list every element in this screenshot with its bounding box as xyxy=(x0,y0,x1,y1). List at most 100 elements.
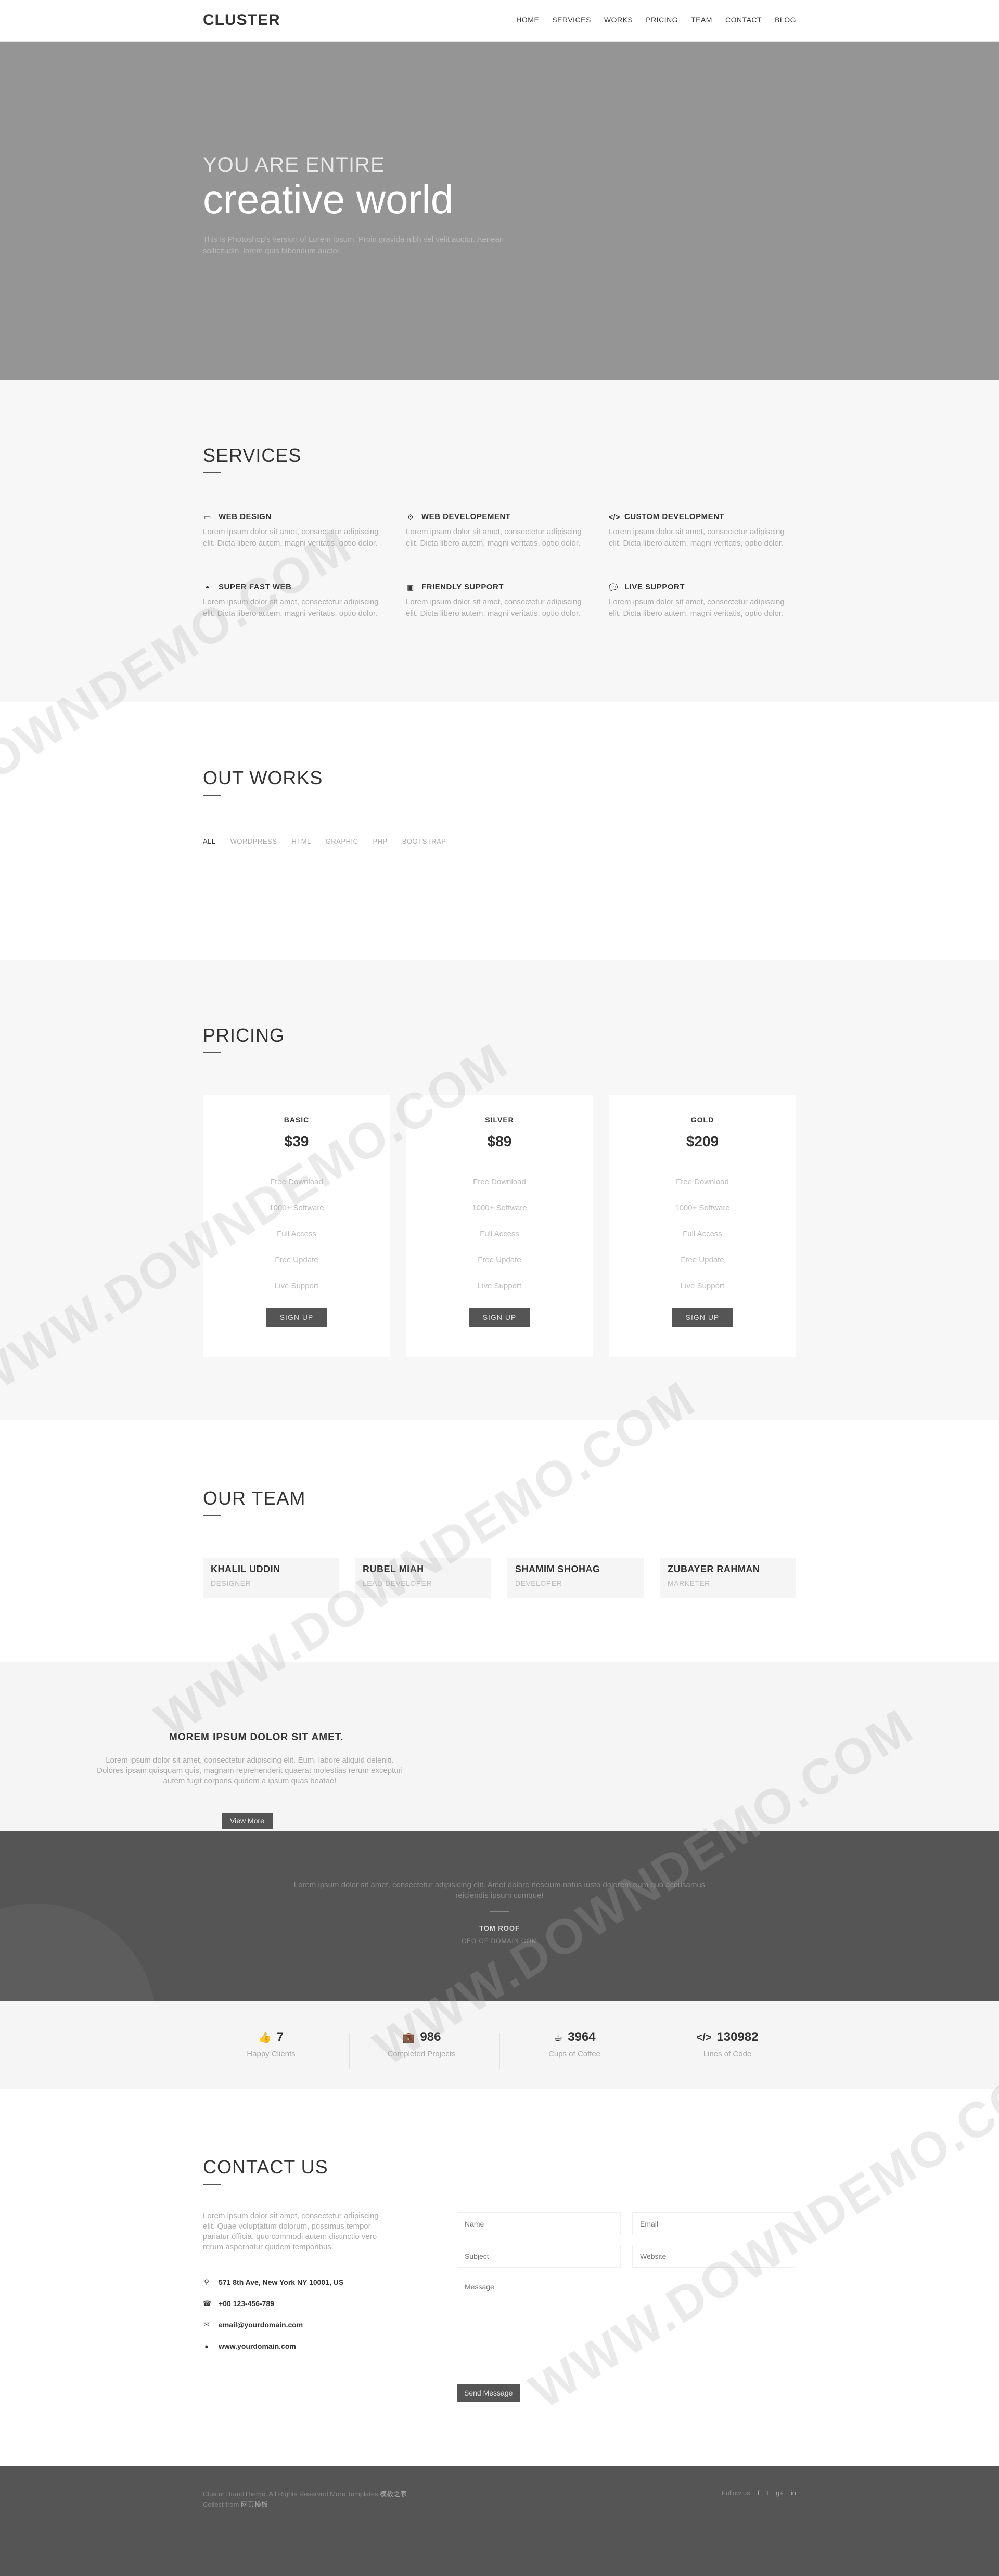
stat-label: Completed Projects xyxy=(387,2050,456,2059)
logo[interactable]: CLUSTER xyxy=(203,11,280,29)
plan-feature: Full Access xyxy=(480,1229,519,1238)
team-member[interactable]: RUBEL MIAH LEAD DEVELOPER xyxy=(355,1558,491,1598)
plan-price: $39 xyxy=(284,1133,309,1149)
filter-bootstrap[interactable]: BOOTSTRAP xyxy=(402,837,446,845)
hero-banner: YOU ARE ENTIRE creative world This is Ph… xyxy=(0,42,999,380)
works-title: OUT WORKS xyxy=(203,767,323,788)
plan-feature: Free Update xyxy=(275,1255,318,1264)
sign-up-button[interactable]: SIGN UP xyxy=(266,1308,327,1327)
contact-website[interactable]: ● www.yourdomain.com xyxy=(203,2342,296,2350)
works-section: OUT WORKS ALL WORDPRESS HTML GRAPHIC PHP… xyxy=(0,702,999,960)
plan-feature: Free Update xyxy=(478,1255,521,1264)
plan-price: $89 xyxy=(487,1133,512,1149)
divider xyxy=(499,2033,500,2069)
facebook-icon[interactable]: f xyxy=(758,2489,760,2497)
filter-wordpress[interactable]: WORDPRESS xyxy=(230,837,277,845)
sign-up-button[interactable]: SIGN UP xyxy=(672,1308,733,1327)
contact-section: CONTACT US Lorem ipsum dolor sit amet, c… xyxy=(0,2089,999,2466)
linkedin-icon[interactable]: in xyxy=(791,2489,796,2497)
plan-feature: Live Support xyxy=(274,1281,319,1290)
email-input[interactable] xyxy=(632,2212,796,2235)
plan-feature: Free Download xyxy=(473,1177,526,1186)
message-textarea[interactable] xyxy=(457,2276,796,2372)
service-title: LIVE SUPPORT xyxy=(624,582,685,591)
member-role: DEVELOPER xyxy=(515,1579,562,1587)
chat-icon: 💬 xyxy=(609,582,618,591)
decorative-circle xyxy=(0,1904,156,2001)
contact-phone: ☎ +00 123-456-789 xyxy=(203,2299,275,2308)
service-friendly-support: ▣ FRIENDLY SUPPORT Lorem ipsum dolor sit … xyxy=(406,582,583,619)
team-section: OUR TEAM KHALIL UDDIN DESIGNER RUBEL MIA… xyxy=(0,1420,999,1662)
code-icon: </> xyxy=(609,512,620,521)
nav-home[interactable]: HOME xyxy=(516,16,539,24)
social-links: Follow us f t g+ in xyxy=(722,2489,796,2497)
service-web-design: ▭ WEB DESIGN Lorem ipsum dolor sit amet, … xyxy=(203,512,380,549)
stat-value: 130982 xyxy=(716,2030,759,2044)
copyright-link[interactable]: 模板之家 xyxy=(380,2490,407,2498)
service-web-development: ⚙ WEB DEVELOPEMENT Lorem ipsum dolor sit … xyxy=(406,512,583,549)
site-header: CLUSTER HOME SERVICES WORKS PRICING TEAM… xyxy=(0,0,999,42)
contact-email[interactable]: ✉ email@yourdomain.com xyxy=(203,2321,303,2329)
member-name: KHALIL UDDIN xyxy=(211,1564,280,1574)
view-more-button[interactable]: View More xyxy=(222,1813,273,1829)
testimonial-role: CEO OF DOMAIN.COM xyxy=(462,1937,537,1945)
title-underline xyxy=(203,472,221,473)
stat-value: 7 xyxy=(276,2030,284,2044)
nav-team[interactable]: TEAM xyxy=(691,16,712,24)
nav-works[interactable]: WORKS xyxy=(604,16,633,24)
name-input[interactable] xyxy=(457,2212,621,2235)
plan-feature: Free Download xyxy=(270,1177,323,1186)
team-member[interactable]: KHALIL UDDIN DESIGNER xyxy=(203,1558,339,1598)
service-text: Lorem ipsum dolor sit amet, consectetur … xyxy=(609,527,785,548)
nav-pricing[interactable]: PRICING xyxy=(646,16,678,24)
dashboard-icon: ◓ xyxy=(205,582,210,591)
plan-feature: Free Update xyxy=(681,1255,724,1264)
stat-label: Lines of Code xyxy=(703,2050,752,2059)
title-underline xyxy=(203,1052,221,1053)
filter-php[interactable]: PHP xyxy=(373,837,388,845)
nav-blog[interactable]: BLOG xyxy=(775,16,796,24)
plan-feature: Live Support xyxy=(680,1281,725,1290)
thumbs-up-icon: 👍 xyxy=(258,2032,272,2043)
team-member[interactable]: ZUBAYER RAHMAN MARKETER xyxy=(660,1558,796,1598)
team-title: OUR TEAM xyxy=(203,1487,306,1509)
plan-feature: Live Support xyxy=(477,1281,522,1290)
follow-label: Follow us xyxy=(721,2489,750,2497)
pricing-plan-gold: GOLD $209 Free Download 1000+ Software F… xyxy=(609,1095,796,1357)
nav-contact[interactable]: CONTACT xyxy=(725,16,762,24)
stats-section: 👍 7 Happy Clients 💼 986 Completed Projects… xyxy=(0,2001,999,2089)
stat-label: Cups of Coffee xyxy=(548,2050,600,2059)
code-icon: </> xyxy=(696,2032,712,2043)
filter-all[interactable]: ALL xyxy=(203,837,216,845)
pricing-title: PRICING xyxy=(203,1025,285,1046)
subject-input[interactable] xyxy=(457,2245,621,2268)
pricing-section: PRICING BASIC $39 Free Download 1000+ So… xyxy=(0,960,999,1420)
send-message-button[interactable]: Send Message xyxy=(457,2384,520,2402)
title-underline xyxy=(203,795,221,796)
filter-html[interactable]: HTML xyxy=(291,837,311,845)
filter-graphic[interactable]: GRAPHIC xyxy=(326,837,358,845)
service-text: Lorem ipsum dolor sit amet, consectetur … xyxy=(406,527,582,548)
google-plus-icon[interactable]: g+ xyxy=(776,2489,784,2497)
map-marker-icon: ⚲ xyxy=(204,2278,209,2286)
twitter-icon[interactable]: t xyxy=(766,2489,769,2497)
plan-feature: 1000+ Software xyxy=(269,1203,324,1212)
services-section: SERVICES ▭ WEB DESIGN Lorem ipsum dolor s… xyxy=(0,380,999,702)
envelope-icon: ✉ xyxy=(203,2321,210,2328)
collect-link[interactable]: 网页模板 xyxy=(241,2501,268,2508)
website-input[interactable] xyxy=(632,2245,796,2268)
stat-happy-clients: 👍 7 Happy Clients xyxy=(214,2030,328,2059)
plan-feature: Full Access xyxy=(683,1229,722,1238)
nav-services[interactable]: SERVICES xyxy=(552,16,591,24)
copyright: Cluster BrandTheme. All Rights Reserved.… xyxy=(203,2490,407,2508)
member-name: SHAMIM SHOHAG xyxy=(515,1564,600,1574)
divider xyxy=(349,2033,350,2069)
service-title: FRIENDLY SUPPORT xyxy=(421,582,504,591)
hero-headline: creative world xyxy=(203,176,454,222)
member-name: RUBEL MIAH xyxy=(363,1564,424,1574)
works-filters: ALL WORDPRESS HTML GRAPHIC PHP BOOTSTRAP xyxy=(203,837,460,845)
stat-lines-of-code: </> 130982 Lines of Code xyxy=(670,2030,785,2059)
team-member[interactable]: SHAMIM SHOHAG DEVELOPER xyxy=(507,1558,644,1598)
stat-cups-of-coffee: ☕ 3964 Cups of Coffee xyxy=(517,2030,632,2059)
sign-up-button[interactable]: SIGN UP xyxy=(469,1308,530,1327)
